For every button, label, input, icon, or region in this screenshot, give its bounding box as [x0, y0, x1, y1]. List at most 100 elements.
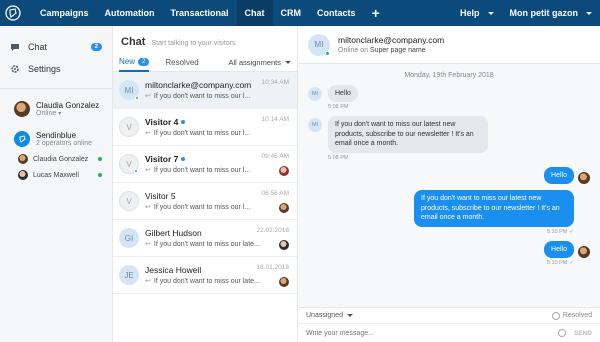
message-time-label: 5:10 PM	[546, 259, 568, 266]
conversation-item[interactable]: MI miltonclarke@company.com ↩ If you don'…	[113, 72, 297, 109]
reply-icon: ↩	[145, 241, 151, 248]
avatar: GI	[119, 228, 139, 248]
avatar: MI	[119, 80, 139, 100]
operator-list: Claudia Gonzalez Lucas Maxwell	[0, 151, 112, 183]
tab-resolved[interactable]: Resolved	[165, 54, 198, 72]
avatar: V	[119, 154, 139, 174]
operator-item: Claudia Gonzalez	[18, 151, 102, 167]
status-page: Super page name	[369, 47, 426, 54]
check-icon: ✓	[569, 228, 574, 235]
conversation-item[interactable]: V Visitor 5 ↩ If you don't want to miss o…	[113, 183, 297, 220]
assigned-operator-avatar	[279, 240, 289, 250]
conversation-time: 10:34 AM	[261, 79, 289, 86]
avatar: V	[119, 191, 139, 211]
conversation-name-text: Visitor 4	[145, 117, 179, 127]
conversation-item[interactable]: JE Jessica Howell ↩ If you don't want to …	[113, 257, 297, 294]
page-title: Chat	[121, 36, 146, 48]
assigned-operator-avatar	[279, 166, 289, 176]
avatar	[14, 101, 30, 117]
sidebar-item-settings[interactable]: Settings	[0, 58, 112, 80]
user-profile[interactable]: Claudia Gonzalez Online ▾	[0, 97, 112, 121]
nav-right: Help Mon petit gazon	[452, 0, 600, 26]
help-menu[interactable]: Help	[452, 0, 502, 26]
emoji-icon[interactable]	[557, 329, 566, 337]
conversation-preview: If you don't want to miss our l...	[153, 166, 251, 174]
assign-dropdown[interactable]: Unassigned	[306, 312, 353, 319]
unread-indicator	[181, 157, 186, 161]
avatar: MI	[308, 33, 330, 56]
main-nav: Campaigns Automation Transactional Chat …	[32, 0, 388, 26]
assign-label: Unassigned	[306, 312, 343, 319]
status-label: Online	[36, 110, 57, 117]
chat-panel: MI miltonclarke@company.com Online on Su…	[298, 26, 600, 342]
conversation-preview: If you don't want to miss our l...	[153, 129, 251, 137]
conversation-time: 22.02.2018	[256, 227, 289, 234]
resolve-label: Resolved	[562, 312, 592, 319]
message-input[interactable]	[306, 329, 558, 337]
operator-name: Lucas Maxwell	[33, 171, 79, 179]
avatar	[578, 245, 590, 258]
reply-icon: ↩	[145, 204, 151, 211]
outgoing-message: If you don't want to miss our latest new…	[308, 190, 590, 227]
assignment-filter[interactable]: All assignments	[228, 58, 291, 67]
divider	[0, 88, 112, 89]
filter-label: All assignments	[228, 58, 281, 67]
chevron-down-icon	[586, 11, 592, 15]
company-name: Sendinblue	[36, 131, 77, 140]
help-label: Help	[459, 8, 480, 18]
conversation-item[interactable]: V Visitor 7 ↩ If you don't want to miss o…	[113, 146, 297, 183]
nav-crm[interactable]: CRM	[273, 0, 310, 26]
message-bubble: Hello	[544, 240, 574, 258]
nav-chat[interactable]: Chat	[236, 0, 273, 26]
resolve-button[interactable]: Resolved	[551, 311, 592, 320]
message-time: 5:10 PM ✓	[308, 229, 574, 235]
sidebar-item-chat[interactable]: Chat 2	[0, 36, 112, 58]
avatar	[578, 172, 590, 185]
account-menu[interactable]: Mon petit gazon	[502, 0, 600, 26]
conversation-list: Chat Start talking to your visitors New 2…	[113, 26, 298, 342]
add-icon[interactable]: +	[364, 0, 388, 26]
conversation-item[interactable]: GI Gilbert Hudson ↩ If you don't want to …	[113, 220, 297, 257]
conversation-time: 06:56 AM	[261, 190, 289, 197]
avatar: MI	[308, 87, 322, 101]
message-bubble: If you don't want to miss our latest new…	[414, 190, 574, 227]
reply-icon: ↩	[145, 93, 151, 100]
nav-contacts[interactable]: Contacts	[309, 0, 364, 26]
send-button[interactable]: SEND	[574, 330, 592, 337]
avatar: V	[119, 117, 139, 137]
online-indicator	[135, 96, 139, 100]
conversation-preview: If you don't want to miss our late...	[153, 240, 260, 248]
message-bubble: Hello	[544, 166, 574, 185]
avatar	[18, 154, 28, 164]
check-icon: ✓	[569, 259, 574, 266]
avatar-initials: JE	[124, 270, 134, 280]
avatar-initials: GI	[124, 233, 134, 243]
conversation-item[interactable]: V Visitor 4 ↩ If you don't want to miss o…	[113, 109, 297, 146]
avatar-initials: V	[126, 159, 132, 169]
visitor-status: Online on Super page name	[338, 47, 444, 54]
new-count-badge: 2	[138, 57, 150, 66]
user-status[interactable]: Online ▾	[36, 110, 99, 117]
sidebar-item-label: Chat	[28, 42, 48, 52]
tab-new[interactable]: New 2	[119, 54, 150, 72]
outgoing-message: Hello	[308, 240, 590, 258]
online-indicator	[98, 173, 102, 177]
reply-icon: ↩	[145, 130, 151, 137]
message-thread: Monday, 19th February 2018 MI Hello 5:08…	[298, 64, 600, 307]
avatar-initials: MI	[314, 40, 324, 49]
conversation-name-text: Visitor 7	[145, 154, 179, 164]
message-time: 5:08 PM	[328, 104, 349, 111]
chat-count-badge: 2	[90, 43, 102, 51]
date-separator: Monday, 19th February 2018	[404, 72, 494, 79]
chevron-down-icon: ▾	[58, 111, 62, 117]
user-name: Claudia Gonzalez	[36, 101, 100, 110]
message-bubble: Hello	[328, 85, 358, 103]
message-time: 5:08 PM	[328, 154, 349, 161]
nav-transactional[interactable]: Transactional	[163, 0, 237, 26]
operator-item: Lucas Maxwell	[18, 167, 102, 183]
sendinblue-logo-icon[interactable]	[0, 0, 26, 26]
nav-automation[interactable]: Automation	[97, 0, 163, 26]
chat-header: MI miltonclarke@company.com Online on Su…	[298, 26, 600, 64]
nav-campaigns[interactable]: Campaigns	[32, 0, 97, 26]
reply-icon: ↩	[145, 278, 151, 285]
